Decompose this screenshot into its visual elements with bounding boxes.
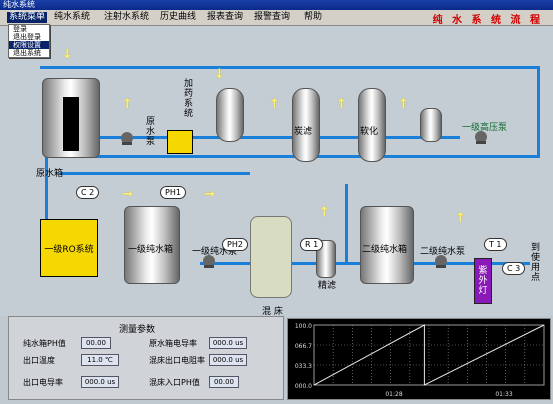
pump2-label: 二级纯水泵 [420, 247, 466, 257]
tank-level-window [63, 97, 79, 151]
outlet-temp-label: 出口温度 [23, 356, 55, 365]
flow-arrow-icon: ↑ [269, 97, 280, 112]
menu-system[interactable]: 系统菜单 [7, 12, 48, 23]
flow-arrow-icon: ↑ [122, 97, 133, 112]
dosing-label: 加药系统 [182, 78, 192, 118]
menu-report-query[interactable]: 报表查询 [205, 12, 245, 23]
mixbed-in-ph-value: 00.00 [209, 376, 239, 388]
mixbed-out-res-label: 混床出口电阻率 [149, 356, 205, 365]
filter-label: 精滤 [318, 281, 337, 291]
outlet-cond-value: 000.0 [84, 378, 105, 386]
mixbed-in-ph-label: 混床入口PH值 [149, 378, 200, 387]
high-pump-label: 一级高压泵 [462, 123, 508, 133]
menu-logout[interactable]: 退出登录 [9, 33, 49, 41]
tank1-label: 一级纯水箱 [128, 245, 174, 255]
flow-arrow-icon: ↑ [455, 211, 466, 226]
security-filter[interactable] [420, 108, 442, 142]
flow-arrow-icon: ↑ [319, 205, 330, 220]
trend-svg: 100.0 066.7 033.3 000.0 01:28 01:33 [295, 323, 545, 398]
tag-r1[interactable]: R 1 [300, 238, 324, 251]
tank2-label: 二级纯水箱 [362, 245, 408, 255]
flow-arrow-icon: ↑ [398, 97, 409, 112]
outlet-temp-value: 11.0 [87, 356, 103, 364]
tag-ph1[interactable]: PH1 [160, 186, 186, 199]
x-tick-label: 01:28 [385, 391, 402, 398]
raw-cond-field: 000.0 us [209, 337, 247, 349]
menu-alarm-query[interactable]: 报警查询 [252, 12, 292, 23]
uv-label: 紫外灯 [478, 266, 488, 296]
sand-filter[interactable] [216, 88, 244, 142]
window-title: 纯水系统 [3, 0, 35, 9]
outlet-cond-unit: us [107, 378, 116, 386]
process-diagram: 原水箱 原水泵 加药系统 炭滤 软化 一级高压泵 一级RO系统 一级纯水箱 一级… [0, 26, 553, 317]
softener-label: 软化 [360, 127, 379, 137]
menu-bar: 系统菜单 纯水系统 注射水系统 历史曲线 报表查询 报警查询 帮助 纯 水 系 … [0, 10, 553, 26]
flow-arrow-icon: → [122, 187, 133, 202]
y-tick-label: 066.7 [295, 343, 312, 350]
mixbed-out-res-value: 000.0 [212, 356, 233, 364]
raw-cond-unit: us [235, 339, 244, 347]
tank1-ph-label: 纯水箱PH值 [23, 339, 66, 348]
pipe-ro-out [60, 172, 250, 175]
menu-injection-water[interactable]: 注射水系统 [102, 12, 151, 23]
mixed-bed[interactable] [250, 216, 292, 298]
flow-arrow-icon: ↓ [214, 67, 225, 82]
mixbed-out-res-unit: us [235, 356, 244, 364]
menu-exit[interactable]: 退出系统 [9, 49, 49, 57]
y-tick-label: 100.0 [295, 323, 312, 330]
app-title: 纯 水 系 统 流 程 [432, 15, 543, 26]
ro-system[interactable]: 一级RO系统 [40, 219, 98, 277]
system-menu-dropdown: 登录 退出登录 权限设置 退出系统 [8, 24, 50, 58]
pipe-riser [345, 184, 348, 264]
menu-help[interactable]: 帮助 [302, 12, 324, 23]
outlet-temp-unit: ℃ [104, 356, 113, 364]
flow-arrow-icon: → [204, 187, 215, 202]
tag-t1[interactable]: T 1 [484, 238, 507, 251]
measurement-panel: 测量参数 纯水箱PH值 00.00 出口温度 11.0 ℃ 出口电导率 000.… [8, 316, 284, 400]
pipe-ro-in [45, 155, 48, 219]
pipe-right-down [537, 66, 540, 156]
raw-tank-label: 原水箱 [36, 169, 64, 179]
y-tick-label: 033.3 [295, 363, 312, 370]
dosing-tank[interactable] [167, 130, 193, 154]
tag-c3[interactable]: C 3 [502, 262, 526, 275]
menu-login[interactable]: 登录 [9, 25, 49, 33]
x-tick-label: 01:33 [495, 391, 512, 398]
menu-history-curve[interactable]: 历史曲线 [158, 12, 198, 23]
raw-cond-value: 000.0 [212, 339, 233, 347]
raw-cond-label: 原水箱电导率 [149, 339, 197, 348]
flow-arrow-icon: ↑ [336, 97, 347, 112]
tank1-ph-value: 00.00 [81, 337, 111, 349]
outlet-cond-label: 出口电导率 [23, 378, 63, 387]
ro-label: 一级RO系统 [44, 244, 94, 255]
flow-arrow-icon: ↓ [62, 47, 73, 62]
raw-water-tank[interactable] [42, 78, 100, 158]
menu-pure-water[interactable]: 纯水系统 [52, 12, 92, 23]
trend-chart[interactable]: 100.0 066.7 033.3 000.0 01:28 01:33 [287, 318, 551, 400]
menu-permissions[interactable]: 权限设置 [9, 41, 49, 49]
outlet-temp-field: 11.0 ℃ [81, 354, 119, 366]
uv-lamp[interactable]: 紫外灯 [474, 258, 492, 304]
pipe-top [40, 66, 540, 69]
scada-window: 纯水系统 系统菜单 纯水系统 注射水系统 历史曲线 报表查询 报警查询 帮助 纯… [0, 0, 553, 404]
tag-c2[interactable]: C 2 [76, 186, 100, 199]
mixbed-out-res-field: 000.0 us [209, 354, 247, 366]
tag-ph2[interactable]: PH2 [222, 238, 248, 251]
raw-pump-label: 原水泵 [144, 116, 154, 146]
y-tick-label: 000.0 [295, 383, 312, 390]
raw-pump-icon[interactable] [118, 131, 136, 145]
carbon-label: 炭滤 [294, 127, 313, 137]
panel-title: 测量参数 [119, 325, 156, 335]
outlet-label: 到使用点 [529, 242, 539, 282]
window-titlebar: 纯水系统 [0, 0, 553, 10]
outlet-cond-field: 000.0 us [81, 376, 119, 388]
